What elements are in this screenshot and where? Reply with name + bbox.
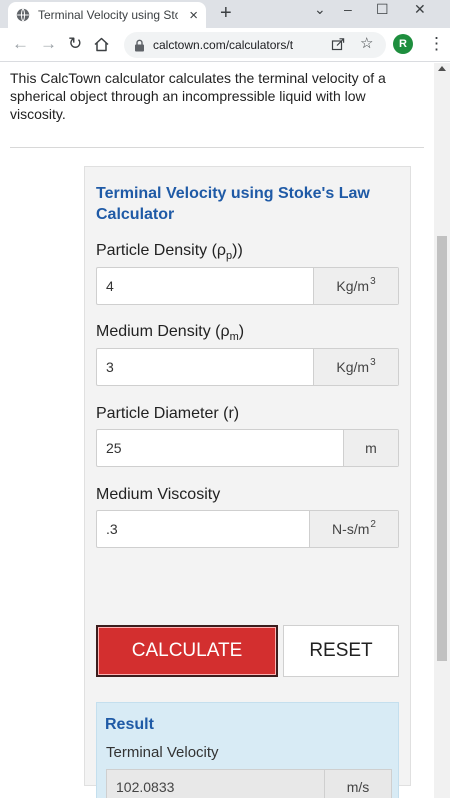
window-close-icon[interactable]: ✕ (414, 1, 426, 18)
particle-density-label: Particle Density (ρp)) (96, 242, 243, 263)
tab-strip: Terminal Velocity using Stoke × + ⌄ – ☐ … (0, 0, 450, 28)
medium-density-field: 3 Kg/m 3 (96, 348, 399, 386)
tab-title: Terminal Velocity using Stoke (38, 8, 178, 22)
result-heading: Result (105, 716, 154, 733)
page-scrollbar[interactable] (434, 63, 450, 798)
back-icon[interactable]: ← (12, 35, 29, 52)
home-icon[interactable] (93, 36, 110, 53)
page-viewport: This CalcTown calculator calculates the … (0, 63, 434, 798)
star-icon[interactable]: ☆ (360, 36, 373, 51)
new-tab-icon[interactable]: + (220, 3, 232, 23)
calculate-button[interactable]: CALCULATE (96, 625, 278, 677)
lock-icon[interactable] (134, 39, 145, 52)
reload-icon[interactable]: ↻ (68, 35, 82, 52)
terminal-velocity-label: Terminal Velocity (106, 744, 219, 761)
browser-tab[interactable]: Terminal Velocity using Stoke × (8, 2, 206, 28)
terminal-velocity-unit: m/s (346, 779, 370, 795)
result-panel: Result Terminal Velocity 102.0833 m/s (96, 702, 399, 798)
medium-density-input[interactable]: 3 (97, 349, 314, 385)
calculator-panel: Terminal Velocity using Stoke's Law Calc… (84, 166, 411, 798)
medium-viscosity-field: .3 N-s/m 2 (96, 510, 399, 548)
scroll-thumb[interactable] (437, 236, 447, 661)
share-icon[interactable] (331, 37, 345, 51)
terminal-velocity-field: 102.0833 m/s (106, 769, 392, 798)
medium-density-unit: Kg/m 3 (314, 349, 398, 385)
calculator-title: Terminal Velocity using Stoke's Law Calc… (96, 185, 370, 223)
particle-diameter-unit: m (344, 430, 398, 466)
minimize-icon[interactable]: – (344, 1, 352, 17)
medium-density-label: Medium Density (ρm) (96, 323, 245, 344)
reset-button[interactable]: RESET (283, 625, 399, 677)
particle-density-unit: Kg/m 3 (314, 268, 398, 304)
particle-density-input[interactable]: 4 (97, 268, 314, 304)
globe-icon (16, 8, 30, 22)
url-text: calctown.com/calculators/t... (153, 38, 293, 52)
medium-viscosity-unit: N-s/m 2 (310, 511, 398, 547)
particle-diameter-field: 25 m (96, 429, 399, 467)
menu-icon[interactable]: ⋮ (428, 35, 445, 52)
divider (10, 147, 424, 148)
medium-viscosity-label: Medium Viscosity (96, 486, 221, 503)
medium-viscosity-input[interactable]: .3 (97, 511, 310, 547)
tab-search-icon[interactable]: ⌄ (314, 1, 326, 18)
tab-close-icon[interactable]: × (189, 8, 198, 23)
intro-text: This CalcTown calculator calculates the … (10, 70, 386, 122)
particle-diameter-input[interactable]: 25 (97, 430, 344, 466)
browser-toolbar: ← → ↻ calctown.com/calculators/t... ☆ R … (0, 28, 450, 62)
profile-avatar[interactable]: R (393, 34, 413, 54)
particle-diameter-label: Particle Diameter (r) (96, 405, 240, 422)
forward-icon[interactable]: → (40, 35, 57, 52)
scroll-up-icon[interactable] (438, 66, 446, 71)
address-bar[interactable]: calctown.com/calculators/t... ☆ (124, 32, 386, 58)
particle-density-field: 4 Kg/m 3 (96, 267, 399, 305)
maximize-icon[interactable]: ☐ (376, 1, 389, 18)
terminal-velocity-output[interactable]: 102.0833 (107, 770, 325, 798)
